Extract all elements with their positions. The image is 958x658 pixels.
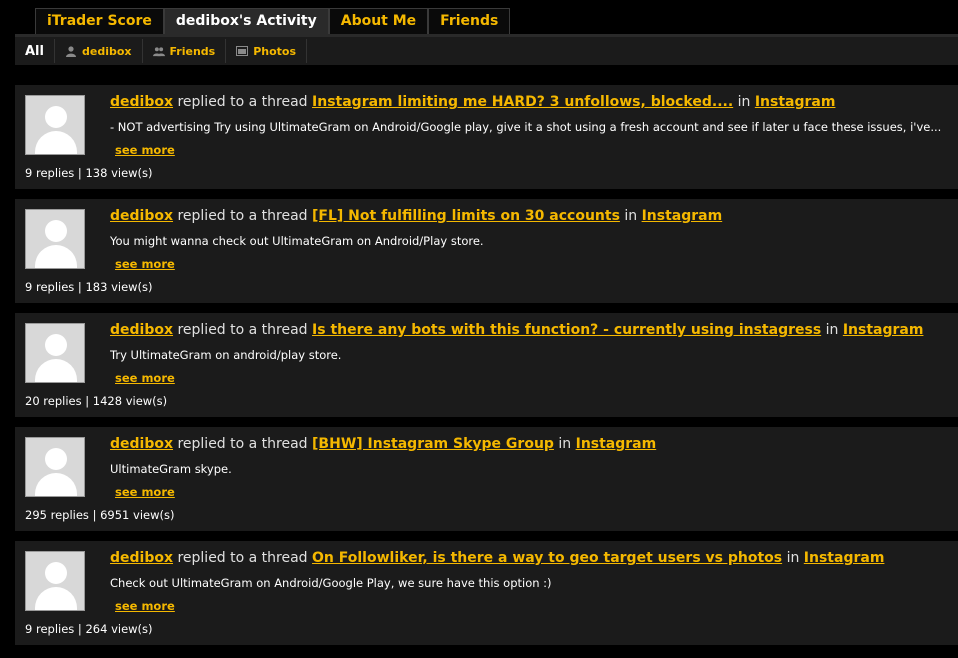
forum-link[interactable]: Instagram [804,550,885,566]
activity-title: dedibox replied to a thread Is there any… [110,322,923,338]
forum-link[interactable]: Instagram [642,208,723,224]
action-text: replied to a thread [173,208,313,224]
post-snippet: Check out UltimateGram on Android/Google… [110,576,552,590]
thread-link[interactable]: Instagram limiting me HARD? 3 unfollows,… [312,94,733,110]
avatar-head [45,106,67,128]
in-text: in [619,208,642,224]
filter-user-label: dedibox [81,44,132,58]
see-more-link[interactable]: see more [115,371,175,385]
activity-title: dedibox replied to a thread Instagram li… [110,94,835,110]
thread-link[interactable]: [FL] Not fulfilling limits on 30 account… [312,208,620,224]
thread-stats: 9 replies | 264 view(s) [25,622,153,636]
tab-itrader-score[interactable]: iTrader Score [35,8,164,34]
avatar-head [45,448,67,470]
avatar-head [45,562,67,584]
post-snippet: - NOT advertising Try using UltimateGram… [110,120,942,134]
thread-stats: 20 replies | 1428 view(s) [25,394,168,408]
activity-feed: dedibox replied to a thread Instagram li… [15,85,958,655]
avatar-body [35,131,77,154]
in-text: in [821,322,843,338]
action-text: replied to a thread [173,550,313,566]
thread-link[interactable]: [BHW] Instagram Skype Group [312,436,554,452]
avatar[interactable] [25,209,85,269]
user-link[interactable]: dedibox [110,550,173,566]
avatar[interactable] [25,437,85,497]
activity-filter-bar: All dedibox Friends Photos [15,37,958,65]
thread-stats: 295 replies | 6951 view(s) [25,508,175,522]
thread-link[interactable]: Is there any bots with this function? - … [312,322,821,338]
avatar-body [35,587,77,610]
avatar-head [45,220,67,242]
see-more-link[interactable]: see more [115,257,175,271]
activity-title: dedibox replied to a thread [BHW] Instag… [110,436,656,452]
forum-link[interactable]: Instagram [843,322,924,338]
profile-tabs: iTrader Score dedibox's Activity About M… [35,8,511,34]
user-link[interactable]: dedibox [110,436,173,452]
forum-link[interactable]: Instagram [755,94,836,110]
tab-friends[interactable]: Friends [428,8,511,34]
thread-link[interactable]: On Followliker, is there a way to geo ta… [312,550,782,566]
tab-about-me[interactable]: About Me [328,8,429,34]
action-text: replied to a thread [173,94,313,110]
post-snippet: You might wanna check out UltimateGram o… [110,234,484,248]
filter-photos-label: Photos [253,44,297,58]
activity-item: dedibox replied to a thread On Followlik… [15,541,958,645]
user-icon [65,46,76,57]
thread-stats: 9 replies | 138 view(s) [25,166,153,180]
users-icon [152,47,165,57]
action-text: replied to a thread [173,436,313,452]
activity-title: dedibox replied to a thread On Followlik… [110,550,884,566]
activity-item: dedibox replied to a thread [FL] Not ful… [15,199,958,303]
activity-item: dedibox replied to a thread [BHW] Instag… [15,427,958,531]
filter-friends-label: Friends [169,44,216,58]
filter-photos[interactable]: Photos [226,39,308,63]
activity-item: dedibox replied to a thread Instagram li… [15,85,958,189]
see-more-link[interactable]: see more [115,599,175,613]
in-text: in [782,550,804,566]
activity-title: dedibox replied to a thread [FL] Not ful… [110,208,722,224]
user-link[interactable]: dedibox [110,322,173,338]
avatar-body [35,245,77,268]
tab-activity[interactable]: dedibox's Activity [163,8,329,34]
see-more-link[interactable]: see more [115,143,175,157]
avatar-body [35,359,77,382]
photo-icon [236,46,249,56]
filter-all-label: All [25,43,44,59]
user-link[interactable]: dedibox [110,208,173,224]
avatar[interactable] [25,551,85,611]
action-text: replied to a thread [173,322,313,338]
thread-stats: 9 replies | 183 view(s) [25,280,153,294]
in-text: in [733,94,755,110]
post-snippet: Try UltimateGram on android/play store. [110,348,342,362]
avatar[interactable] [25,323,85,383]
post-snippet: UltimateGram skype. [110,462,232,476]
filter-all[interactable]: All [15,39,55,63]
avatar-body [35,473,77,496]
forum-link[interactable]: Instagram [576,436,657,452]
in-text: in [553,436,576,452]
avatar-head [45,334,67,356]
activity-item: dedibox replied to a thread Is there any… [15,313,958,417]
filter-user[interactable]: dedibox [55,39,143,63]
see-more-link[interactable]: see more [115,485,175,499]
avatar[interactable] [25,95,85,155]
user-link[interactable]: dedibox [110,94,173,110]
filter-friends[interactable]: Friends [143,39,227,63]
